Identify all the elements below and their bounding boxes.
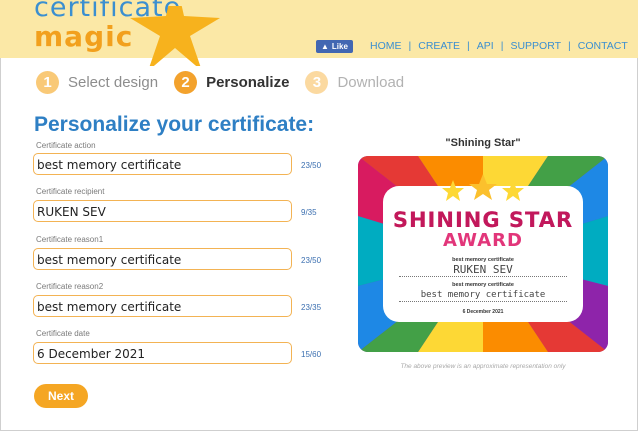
stars-icon — [442, 174, 524, 201]
step-number: 1 — [36, 71, 59, 94]
certificate-date-input[interactable]: 6 December 2021 — [33, 342, 292, 364]
certificate-action-input[interactable]: best memory certificate — [33, 153, 292, 175]
certificate-recipient-counter: 9/35 — [301, 208, 317, 217]
step-personalize: 2 Personalize — [174, 71, 289, 94]
certificate-title: SHINING STAR — [383, 208, 583, 232]
logo-text-magic[interactable]: magic — [34, 20, 133, 53]
step-label: Select design — [68, 74, 159, 91]
site-header: certificate magic ▲ Like HOME | CREATE | A… — [0, 0, 638, 66]
preview-disclaimer: The above preview is an approximate repr… — [400, 363, 566, 370]
certificate-reason2-text: best memory certificate — [399, 289, 567, 302]
page-title: Personalize your certificate: — [34, 113, 315, 136]
certificate-reason1-counter: 23/50 — [301, 256, 322, 265]
step-select-design[interactable]: 1 Select design — [36, 71, 158, 94]
certificate-subtitle: AWARD — [443, 230, 523, 251]
certificate-recipient-text: RUKEN SEV — [399, 264, 567, 277]
certificate-date-counter: 15/60 — [301, 350, 322, 359]
certificate-reason2-label: Certificate reason2 — [36, 282, 104, 291]
certificate-card: SHINING STAR AWARD best memory certifica… — [383, 174, 583, 322]
next-button[interactable]: Next — [34, 384, 88, 408]
nav-contact[interactable]: CONTACT — [578, 40, 628, 52]
certificate-date-text: 6 December 2021 — [462, 309, 504, 315]
step-number: 3 — [305, 71, 329, 94]
certificate-preview: SHINING STAR AWARD best memory certifica… — [358, 156, 608, 352]
certificate-recipient-input[interactable]: RUKEN SEV — [33, 200, 292, 222]
like-label: Like — [331, 42, 348, 51]
preview-title: "Shining Star" — [445, 137, 521, 149]
certificate-date-label: Certificate date — [36, 329, 90, 338]
nav-support[interactable]: SUPPORT — [510, 40, 561, 52]
nav-api[interactable]: API — [477, 40, 494, 52]
nav-create[interactable]: CREATE — [418, 40, 460, 52]
nav-home[interactable]: HOME — [370, 40, 402, 52]
certificate-action-counter: 23/50 — [301, 161, 322, 170]
certificate-reason2-counter: 23/35 — [301, 303, 322, 312]
facebook-like-button[interactable]: ▲ Like — [316, 40, 353, 53]
progress-steps: 1 Select design 2 Personalize 3 Download — [36, 71, 420, 94]
certificate-recipient-label: Certificate recipient — [36, 187, 105, 196]
certificate-reason1-input[interactable]: best memory certificate — [33, 248, 292, 270]
step-label: Download — [337, 74, 405, 91]
certificate-action-label: Certificate action — [36, 141, 96, 150]
certificate-reason1-text: best memory certificate — [452, 282, 514, 288]
step-label: Personalize — [206, 74, 290, 91]
certificate-reason1-label: Certificate reason1 — [36, 235, 104, 244]
step-number: 2 — [174, 71, 198, 94]
logo-star-icon — [130, 6, 220, 66]
top-nav: HOME | CREATE | API | SUPPORT | CONTACT — [370, 40, 628, 52]
certificate-reason2-input[interactable]: best memory certificate — [33, 295, 292, 317]
step-download: 3 Download — [305, 71, 404, 94]
thumbs-up-icon: ▲ — [321, 42, 329, 51]
